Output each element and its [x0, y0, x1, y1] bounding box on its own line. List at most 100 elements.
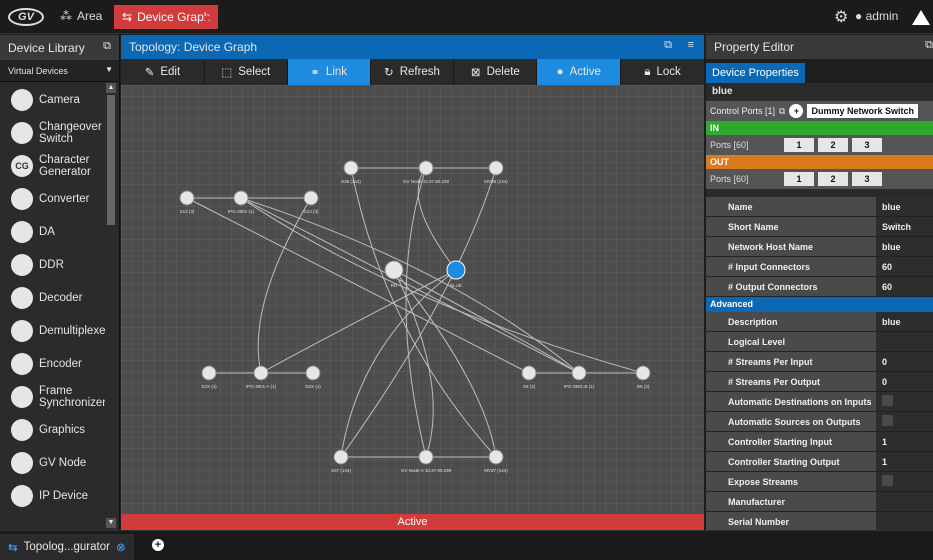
property-value[interactable]: 0: [876, 352, 933, 371]
property-checkbox[interactable]: [882, 395, 893, 406]
device-library-item[interactable]: Decoder: [0, 281, 106, 314]
device-filter-select[interactable]: Virtual Devices ▼: [0, 60, 119, 82]
property-value[interactable]: blue: [876, 237, 933, 256]
device-library-item[interactable]: Encoder: [0, 347, 106, 380]
graph-node-icon[interactable]: [179, 190, 195, 206]
out-port-button[interactable]: 1: [784, 172, 814, 186]
graph-node-icon[interactable]: [333, 449, 349, 465]
graph-node[interactable]: D2X (4): [305, 365, 321, 389]
graph-node[interactable]: S13 (3): [179, 190, 195, 214]
topology-canvas[interactable]: S36 (144) GV Node 10.37.80.238 MV36 (144) S…: [121, 85, 704, 544]
graph-node-icon[interactable]: [384, 260, 404, 280]
tab-device-properties[interactable]: Device Properties: [706, 63, 805, 83]
graph-node[interactable]: IPG-3901-B (1): [564, 365, 595, 389]
undock-icon[interactable]: ⧉: [103, 40, 111, 53]
property-value[interactable]: 1: [876, 452, 933, 471]
topology-graph[interactable]: S36 (144) GV Node 10.37.80.238 MV36 (144) S…: [121, 85, 704, 544]
property-value[interactable]: blue: [876, 312, 933, 331]
device-library-item[interactable]: Converter: [0, 182, 106, 215]
toolbar-edit-button[interactable]: ✎ Edit: [121, 59, 204, 85]
in-port-button[interactable]: 3: [852, 138, 882, 152]
gv-logo[interactable]: GV: [8, 8, 44, 26]
graph-link[interactable]: [240, 197, 580, 374]
graph-node-icon[interactable]: [571, 365, 587, 381]
property-checkbox[interactable]: [882, 475, 893, 486]
property-value[interactable]: [876, 332, 933, 351]
toolbar-select-button[interactable]: ⬚ Select: [204, 59, 287, 85]
add-tab-button[interactable]: +: [152, 539, 164, 551]
device-library-item[interactable]: DA: [0, 215, 106, 248]
graph-link[interactable]: [186, 197, 530, 374]
graph-node[interactable]: S37 (144): [331, 449, 351, 473]
property-checkbox[interactable]: [882, 415, 893, 426]
undock-icon[interactable]: ⧉: [925, 39, 933, 52]
gear-icon[interactable]: ⚙: [834, 7, 848, 27]
property-value[interactable]: [876, 472, 933, 491]
device-library-item[interactable]: Frame Synchronizer: [0, 380, 106, 413]
graph-node-icon[interactable]: [488, 449, 504, 465]
graph-node[interactable]: S9 (3): [521, 365, 537, 389]
property-value[interactable]: 1: [876, 432, 933, 451]
scroll-down-icon[interactable]: ▼: [106, 518, 116, 528]
warning-icon[interactable]: [912, 10, 930, 25]
graph-node[interactable]: MV37 (144): [484, 449, 508, 473]
menu-icon[interactable]: ≡: [688, 39, 694, 51]
graph-link[interactable]: [240, 197, 644, 374]
device-list-scrollbar[interactable]: ▲ ▼: [105, 83, 117, 528]
undock-icon[interactable]: ⧉: [779, 106, 785, 117]
device-library-item[interactable]: IP Device: [0, 479, 106, 512]
property-value[interactable]: [876, 392, 933, 411]
out-port-button[interactable]: 2: [818, 172, 848, 186]
out-port-button[interactable]: 3: [852, 172, 882, 186]
graph-node-icon[interactable]: [343, 160, 359, 176]
graph-node-icon[interactable]: [201, 365, 217, 381]
area-menu[interactable]: ⁂ Area: [60, 9, 102, 23]
graph-link[interactable]: [340, 269, 457, 458]
graph-node[interactable]: S2X (4): [201, 365, 217, 389]
device-library-item[interactable]: DDR: [0, 248, 106, 281]
graph-node[interactable]: D9 (3): [635, 365, 651, 389]
device-library-item[interactable]: CG Character Generator: [0, 149, 106, 182]
toolbar-refresh-button[interactable]: ↻ Refresh: [370, 59, 454, 85]
control-port-chip[interactable]: Dummy Network Switch: [807, 104, 918, 118]
add-icon[interactable]: +: [789, 104, 804, 118]
property-value[interactable]: 60: [876, 277, 933, 296]
graph-link[interactable]: [257, 197, 312, 374]
graph-node-icon[interactable]: [635, 365, 651, 381]
device-library-item[interactable]: Camera: [0, 83, 106, 116]
toolbar-active-button[interactable]: ● Active: [537, 59, 621, 85]
user-menu[interactable]: ● admin: [855, 9, 898, 23]
graph-node-icon[interactable]: [233, 190, 249, 206]
graph-node-icon[interactable]: [253, 365, 269, 381]
graph-node[interactable]: IPG-3901-A (1): [246, 365, 277, 389]
graph-node-icon[interactable]: [305, 365, 321, 381]
scroll-up-icon[interactable]: ▲: [106, 83, 116, 93]
device-library-item[interactable]: Demultiplexe: [0, 314, 106, 347]
graph-node[interactable]: GV Node-A 10.37.80.239: [401, 449, 452, 473]
graph-node[interactable]: GV Node 10.37.80.238: [403, 160, 450, 184]
graph-node-icon[interactable]: [418, 160, 434, 176]
property-value[interactable]: blue: [876, 197, 933, 216]
close-icon[interactable]: ⊗: [116, 540, 126, 554]
topology-configurator-tab[interactable]: ⇆ Topolog...gurator ⊗: [0, 534, 134, 560]
graph-node[interactable]: D13 (3): [303, 190, 319, 214]
bulb-icon[interactable]: ●: [203, 9, 211, 25]
toolbar-delete-button[interactable]: ⊠ Delete: [454, 59, 537, 85]
property-value[interactable]: [876, 412, 933, 431]
graph-node-icon[interactable]: [488, 160, 504, 176]
property-value[interactable]: [876, 492, 933, 511]
graph-node[interactable]: MV36 (144): [484, 160, 508, 184]
in-port-button[interactable]: 2: [818, 138, 848, 152]
graph-node[interactable]: S36 (144): [341, 160, 361, 184]
undock-icon[interactable]: ⧉: [664, 39, 672, 52]
graph-node-icon[interactable]: [303, 190, 319, 206]
scroll-thumb[interactable]: [107, 95, 115, 225]
property-value[interactable]: Switch: [876, 217, 933, 236]
graph-node-icon[interactable]: [521, 365, 537, 381]
toolbar-lock-button[interactable]: 🔒︎ Lock: [621, 59, 704, 85]
device-library-item[interactable]: Graphics: [0, 413, 106, 446]
property-value[interactable]: 0: [876, 372, 933, 391]
property-value[interactable]: 60: [876, 257, 933, 276]
device-library-item[interactable]: Changeover Switch: [0, 116, 106, 149]
device-library-item[interactable]: GV Node: [0, 446, 106, 479]
